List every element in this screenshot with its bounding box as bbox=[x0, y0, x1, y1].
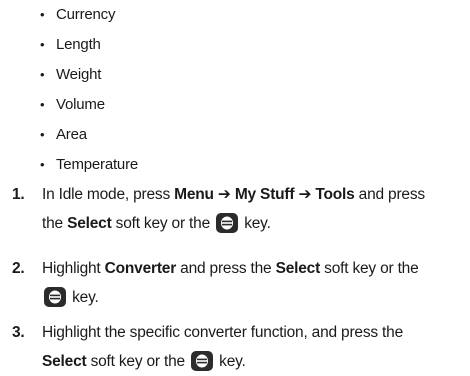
step-1: 1. In Idle mode, press Menu ➔ My Stuff ➔… bbox=[12, 180, 466, 238]
text-run: key. bbox=[240, 215, 271, 232]
select-label: Select bbox=[275, 260, 321, 277]
step-text: Highlight the specific converter functio… bbox=[42, 318, 466, 376]
bullet-glyph: • bbox=[40, 7, 45, 22]
manual-page: • Currency • Length • Weight • Volume • Area … bbox=[0, 0, 470, 371]
arrow-glyph: ➔ bbox=[298, 186, 312, 203]
text-run: In Idle mode, press bbox=[42, 186, 175, 203]
text-run: and press the bbox=[176, 260, 276, 277]
tools-label: Tools bbox=[315, 186, 355, 203]
list-item: • Volume bbox=[40, 94, 138, 124]
menu-label: Menu bbox=[174, 186, 214, 203]
list-item: • Currency bbox=[40, 4, 138, 34]
step-line: Select soft key or the key. bbox=[42, 347, 466, 376]
step-text: Highlight Converter and press the Select… bbox=[42, 254, 466, 312]
text-run: and press bbox=[354, 186, 425, 203]
step-line: the Select soft key or the key. bbox=[42, 209, 466, 238]
list-item-label: Weight bbox=[56, 66, 102, 83]
select-key-icon bbox=[191, 351, 214, 371]
list-item: • Area bbox=[40, 124, 138, 154]
step-line: Highlight the specific converter functio… bbox=[42, 324, 404, 341]
list-item-label: Length bbox=[56, 36, 101, 53]
text-run: key. bbox=[68, 289, 99, 306]
select-key-icon bbox=[216, 213, 239, 233]
bullet-glyph: • bbox=[40, 127, 45, 142]
list-item-label: Currency bbox=[56, 6, 116, 23]
step-line: In Idle mode, press Menu ➔ My Stuff ➔ To… bbox=[42, 180, 466, 209]
step-line: key. bbox=[42, 283, 466, 312]
converter-function-list: • Currency • Length • Weight • Volume • Area … bbox=[40, 4, 138, 184]
list-item-label: Temperature bbox=[56, 156, 139, 173]
step-2: 2. Highlight Converter and press the Sel… bbox=[12, 254, 466, 312]
arrow-glyph: ➔ bbox=[217, 186, 231, 203]
bullet-glyph: • bbox=[40, 67, 45, 82]
converter-label: Converter bbox=[104, 260, 177, 277]
bullet-glyph: • bbox=[40, 97, 45, 112]
step-3: 3. Highlight the specific converter func… bbox=[12, 318, 466, 376]
select-label: Select bbox=[67, 215, 112, 232]
step-number: 2. bbox=[12, 260, 25, 277]
select-label: Select bbox=[42, 353, 87, 370]
text-run: soft key or the bbox=[86, 353, 190, 370]
text-run: the bbox=[42, 215, 68, 232]
select-key-icon bbox=[44, 287, 66, 307]
list-item: • Weight bbox=[40, 64, 138, 94]
text-run: key. bbox=[215, 353, 246, 370]
list-item-label: Area bbox=[56, 126, 87, 143]
list-item-label: Volume bbox=[56, 96, 105, 113]
my-stuff-label: My Stuff bbox=[234, 186, 295, 203]
step-number: 3. bbox=[12, 324, 25, 341]
list-item: • Length bbox=[40, 34, 138, 64]
bullet-glyph: • bbox=[40, 37, 45, 52]
step-number: 1. bbox=[12, 186, 25, 203]
step-text: In Idle mode, press Menu ➔ My Stuff ➔ To… bbox=[42, 180, 466, 238]
text-run: Highlight bbox=[42, 260, 105, 277]
text-run: soft key or the bbox=[320, 260, 419, 277]
bullet-glyph: • bbox=[40, 157, 45, 172]
step-line: Highlight Converter and press the Select… bbox=[42, 254, 466, 283]
text-run: soft key or the bbox=[111, 215, 215, 232]
